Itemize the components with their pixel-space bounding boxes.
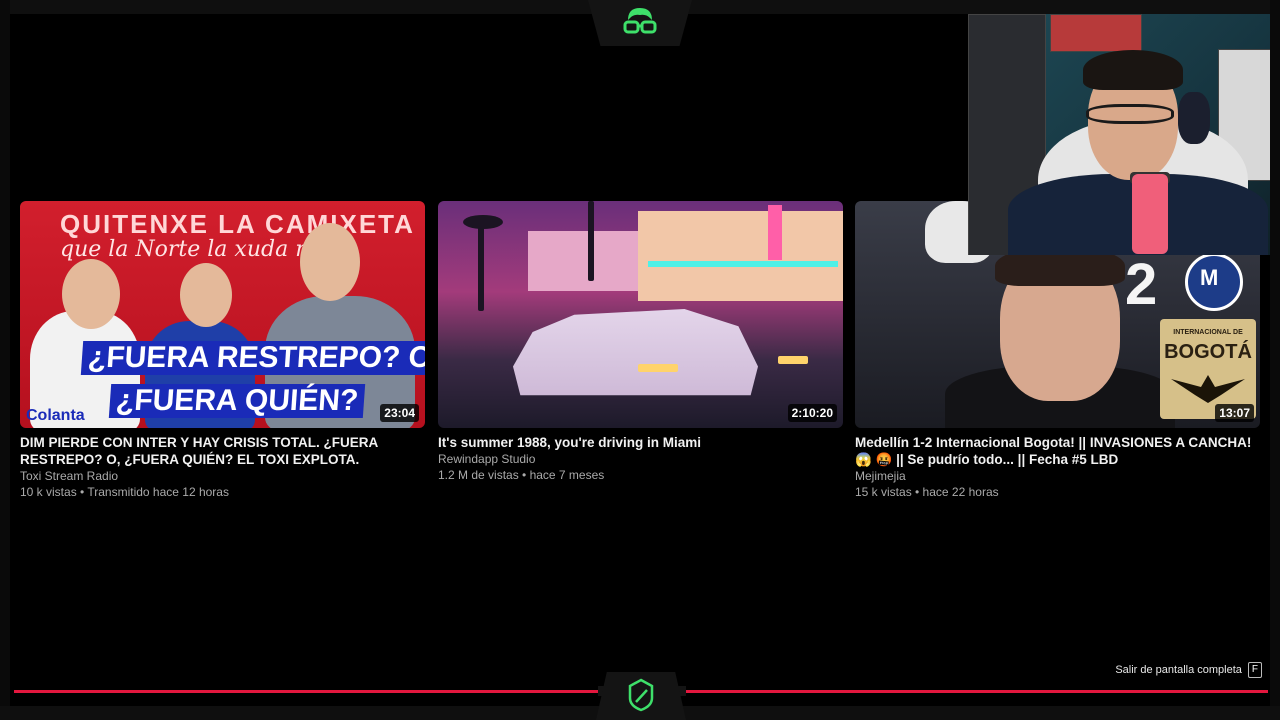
thumbnail-sponsor: Colanta bbox=[26, 407, 85, 424]
thumbnail-person-head bbox=[300, 223, 360, 301]
webcam-glasses bbox=[1086, 104, 1174, 124]
video-meta: 1.2 M de vistas • hace 7 meses bbox=[438, 468, 605, 482]
thumbnail-neon bbox=[768, 205, 782, 260]
webcam-background-jersey bbox=[1050, 14, 1142, 52]
thumbnail-badge-text: INTERNACIONAL DE bbox=[1173, 329, 1243, 336]
thumbnail-eagle-icon bbox=[1171, 375, 1245, 403]
video-duration: 13:07 bbox=[1215, 404, 1254, 422]
thumbnail-caption: ¿FUERA RESTREPO? O, bbox=[80, 341, 425, 375]
streamer-webcam bbox=[968, 14, 1270, 255]
thumbnail-headlight bbox=[778, 356, 808, 364]
video-title[interactable]: Medellín 1-2 Internacional Bogota! || IN… bbox=[855, 434, 1260, 468]
video-channel[interactable]: Rewindapp Studio bbox=[438, 451, 843, 467]
video-duration: 23:04 bbox=[380, 404, 419, 422]
overlay-left-bar bbox=[0, 0, 10, 720]
thumbnail-building bbox=[528, 231, 638, 291]
overlay-right-bar bbox=[1270, 0, 1280, 720]
video-title[interactable]: It's summer 1988, you're driving in Miam… bbox=[438, 434, 843, 451]
video-channel[interactable]: Mejimejia bbox=[855, 468, 1260, 484]
thumbnail-palm bbox=[588, 201, 594, 281]
thumbnail-score: 2 bbox=[1125, 252, 1158, 317]
thumbnail-badge-text: BOGOTÁ bbox=[1164, 341, 1252, 363]
thumbnail-headlight bbox=[638, 364, 678, 372]
video-title[interactable]: DIM PIERDE CON INTER Y HAY CRISIS TOTAL.… bbox=[20, 434, 425, 468]
shield-logo-icon bbox=[628, 678, 654, 717]
webcam-microphone bbox=[1132, 174, 1168, 254]
streamer-glasses-logo-icon bbox=[620, 6, 660, 47]
webcam-hair bbox=[1083, 50, 1183, 90]
exit-fullscreen-label: Salir de pantalla completa bbox=[1115, 664, 1242, 676]
thumbnail-neon bbox=[648, 261, 838, 267]
thumbnail-building bbox=[638, 211, 843, 301]
thumbnail-person-head bbox=[180, 263, 232, 327]
exit-fullscreen-key: F bbox=[1247, 662, 1262, 678]
thumbnail-palm bbox=[478, 221, 484, 311]
video-card[interactable]: QUITENXE LA CAMIXETA que la Norte la xud… bbox=[20, 201, 425, 500]
video-meta: 10 k vistas • Transmitido hace 12 horas bbox=[20, 485, 229, 499]
video-card[interactable]: 2:10:20 It's summer 1988, you're driving… bbox=[438, 201, 843, 483]
thumbnail-club-letter: M bbox=[1200, 265, 1219, 290]
video-thumbnail[interactable]: 2:10:20 bbox=[438, 201, 843, 428]
thumbnail-palm bbox=[463, 215, 503, 229]
video-channel[interactable]: Toxi Stream Radio bbox=[20, 468, 425, 484]
exit-fullscreen-hint[interactable]: Salir de pantalla completa F bbox=[1115, 662, 1262, 678]
thumbnail-text: QUITENXE LA CAMIXETA bbox=[60, 209, 415, 239]
webcam-headset bbox=[1178, 92, 1210, 144]
video-meta: 15 k vistas • hace 22 horas bbox=[855, 485, 999, 499]
thumbnail-car bbox=[513, 309, 758, 396]
video-duration: 2:10:20 bbox=[787, 404, 837, 422]
thumbnail-person-head bbox=[62, 259, 120, 329]
thumbnail-caption: ¿FUERA QUIÉN? bbox=[108, 384, 366, 418]
video-thumbnail[interactable]: QUITENXE LA CAMIXETA que la Norte la xud… bbox=[20, 201, 425, 428]
